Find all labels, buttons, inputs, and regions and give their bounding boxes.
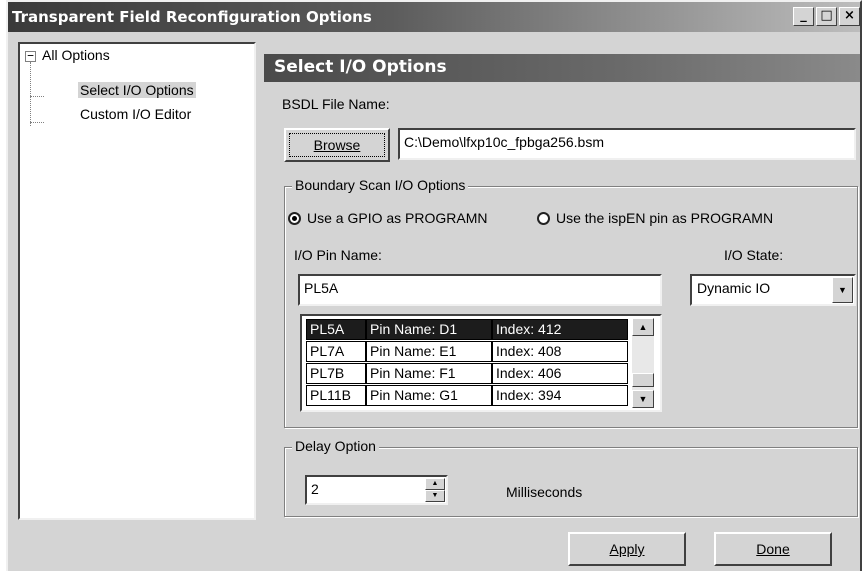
done-button[interactable]: Done: [714, 532, 832, 566]
options-tree[interactable]: − All Options Select I/O Options Custom …: [18, 42, 256, 520]
io-state-dropdown[interactable]: Dynamic IO ▼: [690, 274, 856, 306]
pin-cell-index: Index: 408: [492, 341, 628, 362]
bsdl-file-path-field[interactable]: C:\Demo\lfxp10c_fpbga256.bsm: [398, 128, 856, 160]
tree-connector: [30, 122, 44, 123]
close-button[interactable]: ×: [839, 7, 860, 26]
pin-list-row[interactable]: PL11B Pin Name: G1 Index: 394: [306, 385, 628, 406]
delay-option-legend: Delay Option: [292, 438, 379, 454]
radio-use-ispen-label: Use the ispEN pin as PROGRAMN: [556, 210, 774, 226]
pin-cell-name: PL7A: [306, 341, 366, 362]
delay-spinner[interactable]: 2 ▲ ▼: [305, 475, 448, 505]
boundary-scan-legend: Boundary Scan I/O Options: [292, 177, 469, 193]
tree-item-custom-io-editor[interactable]: Custom I/O Editor: [80, 106, 191, 122]
dialog-window: Transparent Field Reconfiguration Option…: [6, 0, 862, 571]
pin-cell-name: PL7B: [306, 363, 366, 384]
title-bar[interactable]: Transparent Field Reconfiguration Option…: [8, 2, 860, 32]
pin-cell-name: PL11B: [306, 385, 366, 406]
tree-item-select-io-options[interactable]: Select I/O Options: [78, 82, 196, 98]
scroll-up-icon[interactable]: ▲: [632, 318, 654, 336]
pin-cell-pin: Pin Name: F1: [366, 363, 492, 384]
delay-value: 2: [311, 481, 319, 497]
apply-button[interactable]: Apply: [568, 532, 686, 566]
delay-unit-label: Milliseconds: [506, 484, 583, 500]
pin-cell-pin: Pin Name: G1: [366, 385, 492, 406]
pin-list-row[interactable]: PL7B Pin Name: F1 Index: 406: [306, 363, 628, 384]
panel-header: Select I/O Options: [264, 54, 860, 82]
tree-item-all-options[interactable]: All Options: [42, 47, 110, 63]
spin-down-icon[interactable]: ▼: [425, 490, 445, 502]
pin-list-row[interactable]: PL5A Pin Name: D1 Index: 412: [306, 319, 628, 340]
io-pin-name-label: I/O Pin Name:: [294, 247, 382, 263]
browse-button-label: Browse: [313, 137, 361, 153]
io-state-value: Dynamic IO: [697, 280, 771, 296]
bsdl-file-label: BSDL File Name:: [282, 96, 390, 112]
scroll-down-icon[interactable]: ▼: [632, 390, 654, 408]
io-pin-name-field[interactable]: PL5A: [298, 274, 662, 306]
pin-list-scrollbar[interactable]: ▲ ▼: [632, 318, 654, 408]
io-state-label: I/O State:: [724, 247, 784, 263]
pin-list[interactable]: PL5A Pin Name: D1 Index: 412 PL7A Pin Na…: [300, 314, 662, 412]
radio-unselected-icon: [537, 211, 550, 225]
collapse-icon[interactable]: −: [25, 50, 36, 62]
maximize-button[interactable]: □: [816, 7, 837, 26]
done-button-label: Done: [756, 541, 790, 557]
spin-up-icon[interactable]: ▲: [425, 478, 445, 490]
pin-cell-index: Index: 394: [492, 385, 628, 406]
pin-cell-index: Index: 412: [492, 319, 628, 340]
minimize-button[interactable]: _: [793, 7, 814, 26]
window-controls: _ □ ×: [793, 7, 860, 26]
pin-cell-name: PL5A: [306, 319, 366, 340]
tree-connector: [30, 62, 31, 126]
chevron-down-icon[interactable]: ▼: [832, 277, 853, 303]
window-title: Transparent Field Reconfiguration Option…: [12, 8, 372, 26]
pin-list-row[interactable]: PL7A Pin Name: E1 Index: 408: [306, 341, 628, 362]
pin-cell-pin: Pin Name: E1: [366, 341, 492, 362]
browse-button[interactable]: Browse: [284, 128, 390, 162]
radio-selected-icon: [288, 211, 301, 225]
pin-cell-index: Index: 406: [492, 363, 628, 384]
apply-button-label: Apply: [609, 541, 645, 557]
spinner-buttons: ▲ ▼: [425, 478, 445, 502]
pin-cell-pin: Pin Name: D1: [366, 319, 492, 340]
radio-use-ispen[interactable]: Use the ispEN pin as PROGRAMN: [537, 210, 773, 226]
radio-use-gpio[interactable]: Use a GPIO as PROGRAMN: [288, 210, 487, 226]
radio-use-gpio-label: Use a GPIO as PROGRAMN: [307, 210, 488, 226]
tree-connector: [30, 96, 44, 97]
scroll-thumb[interactable]: [632, 373, 654, 387]
